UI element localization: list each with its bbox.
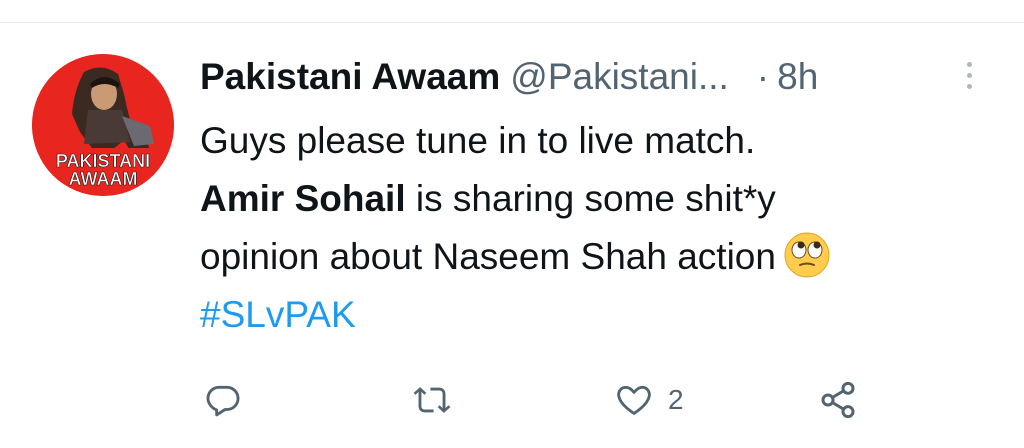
hashtag-link[interactable]: #SLvPAK	[200, 286, 1000, 344]
retweet-button[interactable]	[412, 370, 466, 430]
tweet-header: Pakistani Awaam @Pakistani... · 8h	[200, 52, 818, 102]
share-icon	[821, 381, 855, 419]
author-handle[interactable]: @Pakistani...	[510, 56, 729, 98]
tweet-text-line-3: opinion about Naseem Shah action	[200, 228, 1000, 286]
like-count: 2	[668, 384, 684, 415]
tweet-text-line-2: Amir Sohail is sharing some shit*y	[200, 170, 1000, 228]
avatar-text-bottom: AWAAM	[69, 169, 138, 189]
avatar-image: PAKISTANI AWAAM	[32, 54, 174, 196]
avatar-text-top: PAKISTANI	[56, 151, 150, 171]
rolling-eyes-emoji-icon	[784, 232, 830, 278]
tweet-text: Guys please tune in to live match. Amir …	[200, 112, 1000, 344]
author-name[interactable]: Pakistani Awaam	[200, 56, 500, 98]
tweet-card[interactable]: PAKISTANI AWAAM Pakistani Awaam @Pakista…	[0, 0, 1024, 448]
like-button[interactable]: 2	[614, 370, 684, 430]
reply-button[interactable]	[204, 370, 256, 430]
share-button[interactable]	[818, 370, 872, 430]
tweet-actions: 2	[0, 370, 1024, 430]
heart-icon	[617, 385, 651, 415]
retweet-icon	[413, 387, 451, 413]
tweet-text-line-2-rest: is sharing some shit*y	[405, 178, 776, 219]
tweet-text-line-1: Guys please tune in to live match.	[200, 120, 756, 161]
reply-icon	[206, 385, 240, 417]
tweet-text-line-3-text: opinion about Naseem Shah action	[200, 236, 776, 277]
more-options-icon[interactable]	[962, 62, 976, 96]
mention-bold: Amir Sohail	[200, 178, 406, 219]
separator-dot: ·	[756, 56, 770, 97]
avatar[interactable]: PAKISTANI AWAAM	[32, 54, 174, 196]
timestamp[interactable]: 8h	[777, 56, 818, 98]
